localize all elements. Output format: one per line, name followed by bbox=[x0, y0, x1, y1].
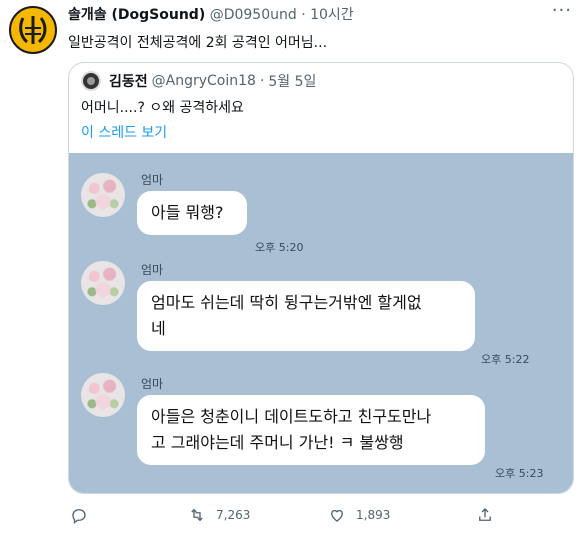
chat-line: 엄마도 쉬는데 딱히 뒹구는거밖엔 할게없 bbox=[151, 293, 422, 312]
share-button[interactable] bbox=[476, 506, 504, 524]
sender-avatar bbox=[81, 373, 125, 417]
chat-line: 네 bbox=[151, 319, 166, 338]
sender-avatar bbox=[81, 261, 125, 305]
separator: · bbox=[301, 7, 306, 23]
chat-screenshot: 엄마 아들 뭐행? 오후 5:20 엄마 엄마도 쉬는데 딱히 뒹구는거밖엔 할… bbox=[69, 153, 573, 493]
sender-name: 엄마 bbox=[141, 377, 164, 391]
chat-bubble: 아들 뭐행? bbox=[137, 191, 247, 235]
message-time: 오후 5:20 bbox=[255, 241, 304, 254]
chat-line: 고 그래야는데 주머니 가난! ㅋ 불쌍행 bbox=[151, 433, 404, 452]
quote-header: 김동전 @AngryCoin18 · 5월 5일 bbox=[81, 71, 316, 91]
reply-button[interactable] bbox=[70, 506, 98, 524]
author-handle[interactable]: @D0950und bbox=[210, 7, 297, 23]
message-time: 오후 5:22 bbox=[481, 353, 530, 366]
share-icon bbox=[479, 508, 491, 521]
sender-avatar bbox=[81, 173, 125, 217]
reply-icon bbox=[72, 509, 86, 524]
quote-text: 어머니....? ㅇ왜 공격하세요 bbox=[81, 100, 244, 116]
chat-line: 아들은 청춘이니 데이트도하고 친구도만나 bbox=[151, 407, 432, 426]
like-button[interactable]: 1,893 bbox=[328, 506, 390, 524]
sender-name: 엄마 bbox=[141, 173, 164, 187]
quote-author-handle: @AngryCoin18 bbox=[151, 73, 256, 89]
tweet-header: 솔개솔 (DogSound) @D0950und · 10시간 bbox=[68, 4, 354, 24]
quoted-tweet[interactable]: 김동전 @AngryCoin18 · 5월 5일 어머니....? ㅇ왜 공격하… bbox=[68, 62, 574, 494]
tweet-actions: 7,263 1,893 bbox=[68, 506, 568, 528]
quote-author-name: 김동전 bbox=[109, 74, 148, 90]
show-thread-link[interactable]: 이 스레드 보기 bbox=[81, 122, 167, 142]
quote-author-avatar bbox=[81, 71, 101, 91]
message-time: 오후 5:23 bbox=[495, 467, 544, 480]
retweet-count: 7,263 bbox=[216, 508, 251, 522]
tweet-time[interactable]: 10시간 bbox=[310, 7, 354, 23]
chat-bubble: 엄마도 쉬는데 딱히 뒹구는거밖엔 할게없 네 bbox=[137, 281, 475, 351]
retweet-button[interactable]: 7,263 bbox=[188, 506, 250, 524]
separator: · bbox=[259, 73, 265, 89]
chat-line: 아들 뭐행? bbox=[151, 203, 224, 222]
quote-date: 5월 5일 bbox=[268, 74, 317, 90]
sender-name: 엄마 bbox=[141, 263, 164, 277]
author-avatar[interactable] bbox=[9, 6, 57, 54]
chat-bubble: 아들은 청춘이니 데이트도하고 친구도만나 고 그래야는데 주머니 가난! ㅋ … bbox=[137, 395, 485, 465]
retweet-icon bbox=[191, 508, 203, 522]
tweet-text: 일반공격이 전체공격에 2회 공격인 어머님... bbox=[68, 35, 328, 51]
author-name[interactable]: 솔개솔 (DogSound) bbox=[68, 7, 205, 23]
like-icon bbox=[331, 509, 343, 522]
more-icon[interactable]: ··· bbox=[552, 0, 572, 21]
like-count: 1,893 bbox=[356, 508, 391, 522]
